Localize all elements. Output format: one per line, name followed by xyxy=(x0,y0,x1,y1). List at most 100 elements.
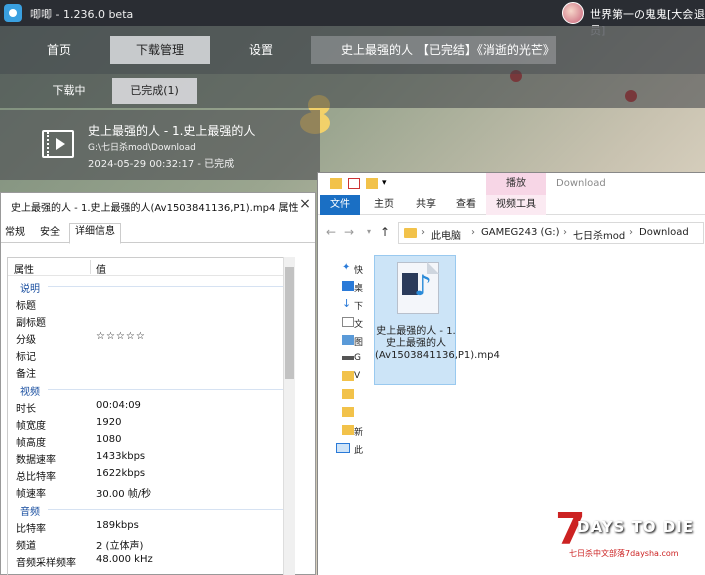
ribbon-tabs: 文件 主页 共享 查看 视频工具 xyxy=(318,195,705,215)
detail-key: 总比特率 xyxy=(16,472,56,483)
detail-row[interactable]: 总比特率 1622kbps xyxy=(8,465,294,483)
video-file-icon xyxy=(42,130,74,158)
app-title: 唧唧 - 1.236.0 beta xyxy=(30,8,134,21)
ribbon-tab-home[interactable]: 主页 xyxy=(366,195,402,215)
detail-row[interactable]: 帧高度 1080 xyxy=(8,431,294,449)
detail-value: 2 (立体声) xyxy=(96,541,144,552)
download-item[interactable]: 史上最强的人 - 1.史上最强的人 G:\七日杀mod\Download 202… xyxy=(0,110,320,180)
breadcrumb-drive[interactable]: GAMEG243 (G:) xyxy=(481,227,559,238)
detail-value: 1920 xyxy=(96,417,122,428)
nav-tab-video-title[interactable]: 史上最强的人 【已完结】《消逝的光芒》 xyxy=(311,36,556,64)
breadcrumb-separator: › xyxy=(421,227,425,238)
detail-row[interactable]: 音频采样频率 48.000 kHz xyxy=(8,551,294,569)
folder-icon xyxy=(404,228,417,238)
desktop-icon xyxy=(342,281,354,291)
section-label: 视频 xyxy=(20,387,40,398)
detail-value: 189kbps xyxy=(96,520,139,531)
column-header-property[interactable]: 属性 xyxy=(14,261,34,276)
detail-key: 比特率 xyxy=(16,524,46,535)
nav-tab-download-manage[interactable]: 下载管理 xyxy=(110,36,210,64)
breadcrumb-download[interactable]: Download xyxy=(639,227,689,238)
pictures-icon xyxy=(342,335,354,345)
detail-row[interactable]: 帧速率 30.00 帧/秒 xyxy=(8,482,294,500)
breadcrumb-this-pc[interactable]: 此电脑 xyxy=(431,227,461,242)
tab-general[interactable]: 常规 xyxy=(3,225,27,243)
music-note-icon: ♪ xyxy=(414,269,432,302)
download-item-title: 史上最强的人 - 1.史上最强的人 xyxy=(88,124,256,138)
ribbon-tab-share[interactable]: 共享 xyxy=(408,195,444,215)
close-icon[interactable]: × xyxy=(297,196,313,212)
download-subtabs: 下载中 已完成(1) xyxy=(0,74,705,108)
download-item-path[interactable]: G:\七日杀mod\Download xyxy=(88,140,196,153)
this-pc-icon xyxy=(336,443,350,453)
detail-row[interactable]: 比特率 189kbps xyxy=(8,517,294,535)
folder-icon xyxy=(342,389,354,399)
ribbon-tab-file[interactable]: 文件 xyxy=(320,195,360,215)
back-arrow-icon[interactable]: ← xyxy=(324,225,338,239)
recent-chevron-icon[interactable]: ▾ xyxy=(362,225,376,239)
detail-row[interactable]: 帧宽度 1920 xyxy=(8,414,294,432)
user-avatar[interactable] xyxy=(562,2,584,24)
navigation-pane: ✦ 快 桌 ↓ 下 文 图 G V 新 此 xyxy=(318,249,363,575)
detail-row[interactable]: 分级 ☆☆☆☆☆ xyxy=(8,328,294,346)
detail-value: 1433kbps xyxy=(96,451,146,462)
ribbon-tab-video-tools[interactable]: 视频工具 xyxy=(486,195,546,215)
details-scrollbar[interactable] xyxy=(283,257,295,575)
section-audio: 音频 xyxy=(8,500,294,518)
column-header-value[interactable]: 值 xyxy=(96,261,106,276)
forward-arrow-icon[interactable]: → xyxy=(342,225,356,239)
nav-tab-home[interactable]: 首页 xyxy=(24,36,94,64)
properties-dialog: 史上最强的人 - 1.史上最强的人(Av1503841136,P1).mp4 属… xyxy=(0,192,316,575)
address-bar[interactable]: › 此电脑 › GAMEG243 (G:) › 七日杀mod › Downloa… xyxy=(398,222,704,244)
detail-row[interactable]: 标记 xyxy=(8,345,294,363)
up-arrow-icon[interactable]: ↑ xyxy=(378,225,392,239)
watermark-text: DAYS TO DIE xyxy=(577,518,694,536)
detail-row[interactable]: 时长 00:04:09 xyxy=(8,397,294,415)
column-divider[interactable] xyxy=(90,260,91,274)
subtab-completed[interactable]: 已完成(1) xyxy=(112,78,197,104)
section-description: 说明 xyxy=(8,277,294,295)
detail-row[interactable]: 副标题 xyxy=(8,311,294,329)
app-logo-icon xyxy=(4,4,22,22)
logout-link[interactable]: 退 xyxy=(694,6,705,22)
breadcrumb-folder[interactable]: 七日杀mod xyxy=(573,227,625,242)
detail-key: 帧宽度 xyxy=(16,421,46,432)
tab-details[interactable]: 详细信息 xyxy=(69,223,121,244)
folder-icon[interactable] xyxy=(330,178,342,189)
detail-row[interactable]: 备注 xyxy=(8,362,294,380)
file-name: 史上最强的人 - 1.史上最强的人(Av1503841136,P1).mp4 xyxy=(375,326,500,361)
detail-key: 副标题 xyxy=(16,318,46,329)
properties-icon[interactable] xyxy=(348,178,360,189)
nav-tab-settings[interactable]: 设置 xyxy=(226,36,296,64)
detail-key: 音频采样频率 xyxy=(16,558,76,569)
new-folder-icon[interactable] xyxy=(366,178,378,189)
detail-key: 分级 xyxy=(16,335,36,346)
document-icon xyxy=(342,317,354,327)
detail-value: 00:04:09 xyxy=(96,400,141,411)
detail-key: 备注 xyxy=(16,369,36,380)
detail-row[interactable]: 频道 2 (立体声) xyxy=(8,534,294,552)
detail-key: 时长 xyxy=(16,404,36,415)
context-tab-play[interactable]: 播放 xyxy=(486,173,546,195)
video-file-icon: ♪ xyxy=(397,262,439,314)
address-bar-row: ← → ▾ ↑ › 此电脑 › GAMEG243 (G:) › 七日杀mod ›… xyxy=(318,221,705,245)
detail-key: 数据速率 xyxy=(16,455,56,466)
chevron-down-icon[interactable]: ▾ xyxy=(382,178,390,189)
nav-item[interactable]: V xyxy=(354,371,360,381)
details-list: 属性 值 说明 标题 副标题 分级 ☆☆☆☆☆ 标记 备注 视频 时长 00:04:… xyxy=(7,257,295,575)
section-label: 说明 xyxy=(20,284,40,295)
dialog-title: 史上最强的人 - 1.史上最强的人(Av1503841136,P1).mp4 属… xyxy=(11,203,299,214)
file-item[interactable]: ♪ 史上最强的人 - 1.史上最强的人(Av1503841136,P1).mp4 xyxy=(374,255,500,385)
detail-row[interactable]: 数据速率 1433kbps xyxy=(8,448,294,466)
rating-stars[interactable]: ☆☆☆☆☆ xyxy=(96,331,146,342)
list-header: 属性 值 xyxy=(8,258,294,276)
download-item-time: 2024-05-29 00:32:17 - 已完成 xyxy=(88,159,235,170)
tab-security[interactable]: 安全 xyxy=(35,225,65,243)
folder-icon xyxy=(342,407,354,417)
subtab-downloading[interactable]: 下载中 xyxy=(40,78,98,104)
detail-row[interactable]: 标题 xyxy=(8,294,294,312)
detail-key: 频道 xyxy=(16,541,36,552)
nav-item[interactable]: G xyxy=(354,353,361,363)
ribbon-tab-view[interactable]: 查看 xyxy=(448,195,484,215)
drive-icon xyxy=(342,356,354,360)
